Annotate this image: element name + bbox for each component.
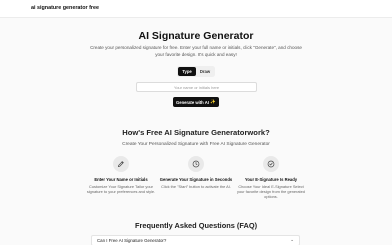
chevron-down-icon: ⌄ [290, 237, 294, 243]
sparkle-icon: ✨ [210, 99, 216, 104]
page-title: AI Signature Generator [138, 30, 254, 42]
tab-type[interactable]: Type [178, 67, 196, 76]
check-circle-icon [263, 156, 279, 172]
faq-title: Frequently Asked Questions (FAQ) [134, 221, 258, 230]
name-input[interactable] [136, 82, 257, 92]
faq-question: Can I Free AI Signature Generator? [97, 238, 167, 243]
how-it-works-title: How's Free AI Signature Generatorwork? [122, 128, 270, 137]
faq-item[interactable]: Can I Free AI Signature Generator? ⌄ [91, 235, 300, 245]
hero-subtitle: Create your personalized signature for f… [90, 45, 302, 57]
step-1-description: Customize Your Signature Tailor your sig… [86, 184, 156, 195]
generate-button[interactable]: Generate with AI ✨ [173, 97, 219, 107]
step-2-description: Click the "Start" button to activate the… [161, 184, 231, 189]
how-it-works-subtitle: Create Your Personalized Signature with … [122, 142, 270, 147]
pencil-icon [113, 156, 129, 172]
top-navbar: ai signature generator free [0, 0, 392, 18]
brand-logo-text[interactable]: ai signature generator free [31, 5, 99, 11]
tab-draw[interactable]: Draw [196, 67, 214, 76]
clock-icon [188, 156, 204, 172]
generate-button-label: Generate with AI [176, 99, 209, 105]
step-3-description: Choose Your Ideal E-Signature Select you… [237, 184, 305, 200]
step-3-title: Your E-Signature Is Ready [244, 177, 298, 182]
mode-toggle: Type Draw [177, 66, 215, 77]
